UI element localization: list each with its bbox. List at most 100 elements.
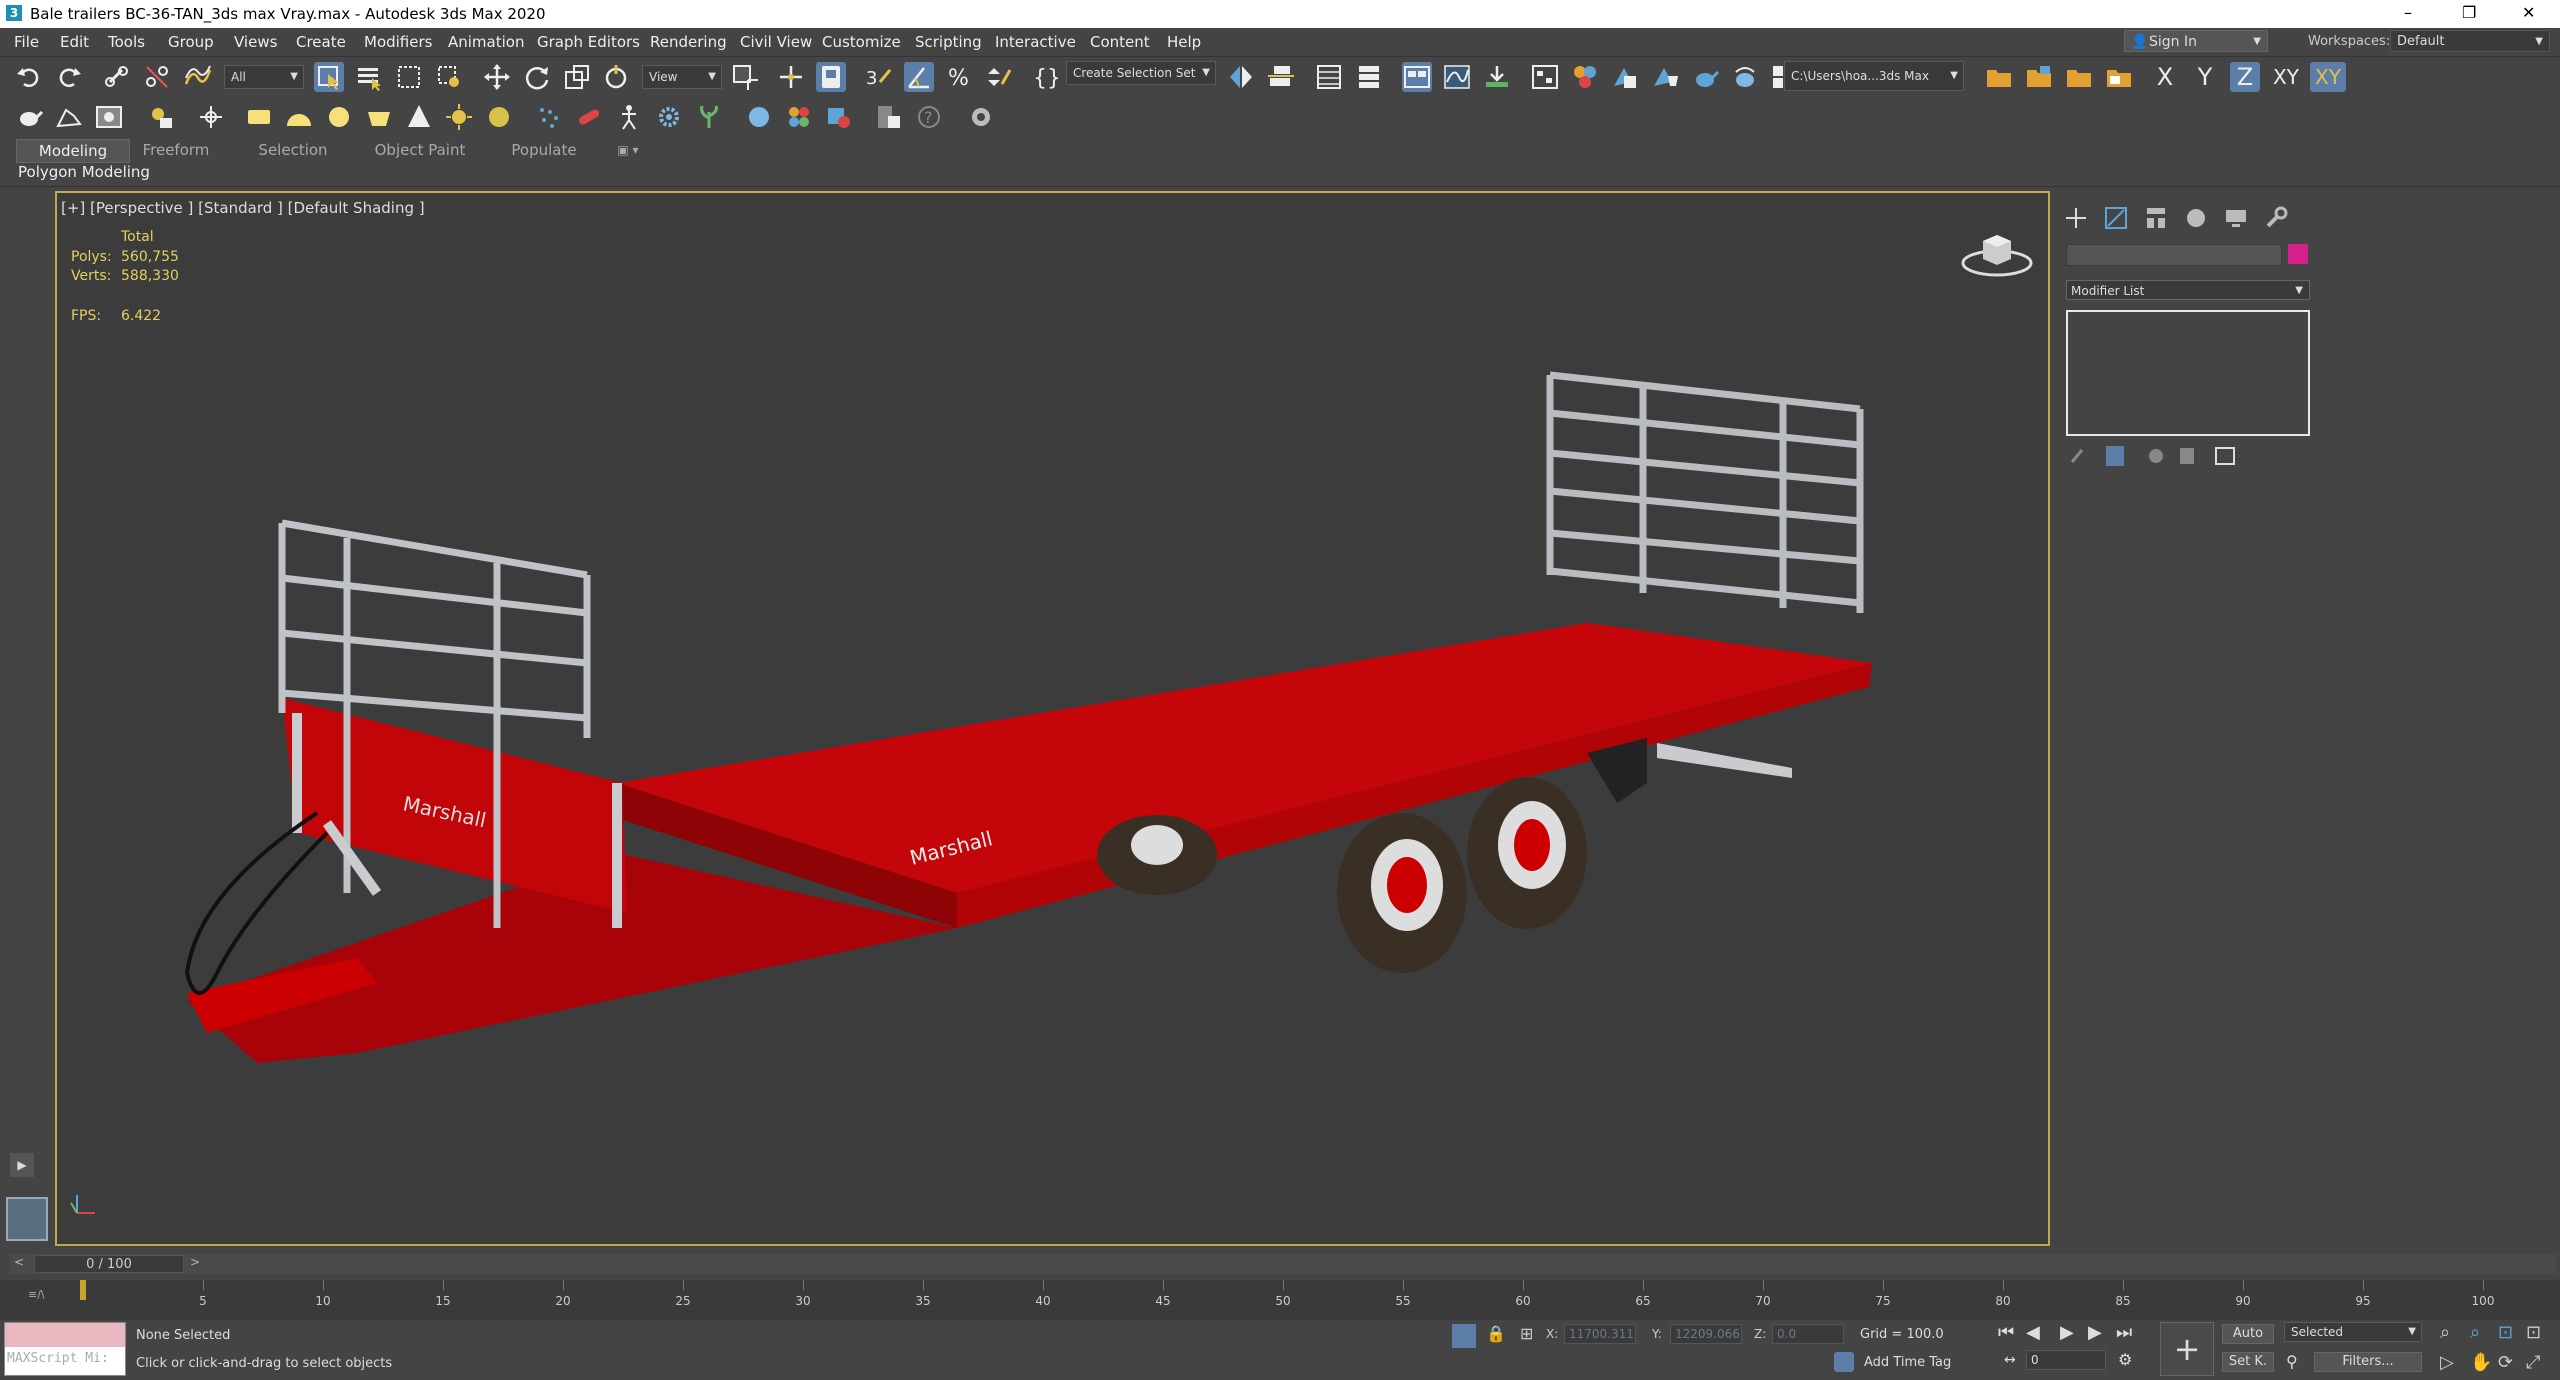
axis-constraint-xy-toggle-button[interactable]: XY xyxy=(2310,62,2346,92)
keyboard-shortcut-override-button[interactable] xyxy=(816,62,846,92)
sphere-button[interactable] xyxy=(324,102,354,132)
create-tab-plus-icon[interactable] xyxy=(2062,204,2090,232)
pivot-center-button[interactable] xyxy=(730,62,760,92)
render-frame-button[interactable] xyxy=(94,102,124,132)
selection-filter-dropdown[interactable]: All ▼ xyxy=(224,65,304,89)
time-slider[interactable]: < 0 / 100 > xyxy=(10,1254,2556,1274)
percent-snap-button[interactable]: % xyxy=(944,62,974,92)
unlink-button[interactable] xyxy=(142,62,172,92)
menu-modifiers[interactable]: Modifiers xyxy=(364,33,432,51)
go-to-start-icon[interactable]: ⏮ xyxy=(1998,1322,2014,1343)
render-settings-button[interactable] xyxy=(874,102,904,132)
snaps-toggle-button[interactable]: 3 xyxy=(864,62,894,92)
material-editor-button[interactable] xyxy=(1570,62,1600,92)
modify-tab-icon[interactable] xyxy=(2102,204,2130,232)
material-browser-button[interactable] xyxy=(784,102,814,132)
time-configuration-icon[interactable]: ↔ xyxy=(2004,1352,2016,1368)
menu-animation[interactable]: Animation xyxy=(448,33,524,51)
utilities-tab-wrench-icon[interactable] xyxy=(2262,204,2290,232)
sphere-half-button[interactable] xyxy=(284,102,314,132)
menu-edit[interactable]: Edit xyxy=(60,33,89,51)
biped-button[interactable] xyxy=(614,102,644,132)
rectangular-selection-button[interactable] xyxy=(394,62,424,92)
menu-group[interactable]: Group xyxy=(168,33,214,51)
object-color-swatch[interactable] xyxy=(2288,244,2308,264)
restore-button[interactable]: ❐ xyxy=(2462,3,2476,22)
project-folder-dropdown[interactable]: C:\Users\hoa...3ds Max 2020▼ xyxy=(1784,61,1964,111)
object-name-field[interactable] xyxy=(2066,244,2282,266)
place-button[interactable] xyxy=(602,62,632,92)
save-button[interactable] xyxy=(2104,62,2134,92)
helpers-button[interactable] xyxy=(196,102,226,132)
minimize-button[interactable]: – xyxy=(2404,3,2412,22)
key-mode-icon[interactable]: ⚲ xyxy=(2286,1352,2298,1371)
select-object-button[interactable] xyxy=(314,62,344,92)
modifier-stack[interactable] xyxy=(2066,310,2310,436)
set-key-big-button[interactable]: + xyxy=(2160,1322,2214,1376)
tab-object-paint[interactable]: Object Paint xyxy=(370,139,470,161)
previous-frame-icon[interactable]: < xyxy=(14,1255,24,1269)
open-button[interactable] xyxy=(2064,62,2094,92)
next-frame-button-icon[interactable]: ▶ xyxy=(2088,1322,2102,1343)
motion-tab-icon[interactable] xyxy=(2182,204,2210,232)
angle-snap-button[interactable] xyxy=(904,62,934,92)
menu-tools[interactable]: Tools xyxy=(108,33,145,51)
reference-coordinate-dropdown[interactable]: View ▼ xyxy=(642,65,722,89)
display-tab-icon[interactable] xyxy=(2222,204,2250,232)
move-button[interactable] xyxy=(482,62,512,92)
mini-curve-editor-toggle-icon[interactable]: ≡/\ xyxy=(28,1288,45,1301)
named-selection-sets-dropdown[interactable]: Create Selection Set ▼ xyxy=(1066,61,1216,85)
zoom-all-icon[interactable]: ⌕ xyxy=(2470,1322,2480,1343)
auto-key-button[interactable]: Auto xyxy=(2222,1324,2274,1344)
menu-content[interactable]: Content xyxy=(1090,33,1150,51)
cone-button[interactable] xyxy=(404,102,434,132)
configure-modifier-sets-icon[interactable] xyxy=(2215,447,2235,465)
zoom-icon[interactable]: ⌕ xyxy=(2440,1322,2450,1343)
hierarchy-tab-icon[interactable] xyxy=(2142,204,2170,232)
selected-key-dropdown[interactable]: Selected ▼ xyxy=(2284,1322,2422,1342)
scene-explorer-button[interactable] xyxy=(1314,62,1344,92)
select-by-name-button[interactable] xyxy=(354,62,384,92)
time-tag-icon[interactable] xyxy=(1834,1352,1854,1372)
set-key-button[interactable]: Set K. xyxy=(2222,1352,2274,1372)
select-manipulate-button[interactable] xyxy=(776,62,806,92)
foliage-button[interactable] xyxy=(694,102,724,132)
scale-button[interactable] xyxy=(562,62,592,92)
pin-stack-icon[interactable] xyxy=(2070,449,2084,463)
spinner-snap-button[interactable] xyxy=(984,62,1014,92)
maximize-viewport-icon[interactable]: ⤢ xyxy=(2526,1352,2540,1373)
menu-interactive[interactable]: Interactive xyxy=(995,33,1076,51)
axis-constraint-z-button[interactable]: Z xyxy=(2230,62,2260,92)
rotate-button[interactable] xyxy=(522,62,552,92)
menu-rendering[interactable]: Rendering xyxy=(650,33,727,51)
redo-button[interactable] xyxy=(54,62,84,92)
particles-button[interactable] xyxy=(534,102,564,132)
zoom-extents-all-icon[interactable]: ⊡ xyxy=(2526,1322,2541,1343)
menu-graph-editors[interactable]: Graph Editors xyxy=(537,33,640,51)
tab-modeling[interactable]: Modeling xyxy=(16,139,130,163)
v-ray-button[interactable] xyxy=(966,102,996,132)
menu-create[interactable]: Create xyxy=(296,33,346,51)
current-frame-field[interactable]: 0 xyxy=(2026,1350,2106,1370)
isolate-selection-button[interactable] xyxy=(1452,1324,1476,1348)
dope-sheet-button[interactable] xyxy=(1482,62,1512,92)
orbit-icon[interactable]: ⟳ xyxy=(2498,1352,2513,1373)
dynamics-button[interactable] xyxy=(574,102,604,132)
render-setup-button[interactable] xyxy=(1610,62,1640,92)
schematic-view-button[interactable] xyxy=(1530,62,1560,92)
close-button[interactable]: ✕ xyxy=(2522,3,2535,22)
pan-hand-icon[interactable]: ✋ xyxy=(2470,1352,2492,1373)
add-time-tag-button[interactable]: Add Time Tag xyxy=(1864,1355,1951,1370)
show-end-result-icon[interactable] xyxy=(2106,446,2124,466)
menu-civil-view[interactable]: Civil View xyxy=(740,33,812,51)
zoom-extents-icon[interactable]: ⊡ xyxy=(2498,1322,2513,1343)
remove-modifier-trash-icon[interactable] xyxy=(2180,448,2194,464)
sign-in-dropdown[interactable]: 👤 Sign In ▼ xyxy=(2124,30,2268,52)
render-preview-button[interactable] xyxy=(824,102,854,132)
rendered-frame-window-button[interactable] xyxy=(1650,62,1680,92)
render-production-button[interactable] xyxy=(1690,62,1720,92)
open-explorer-button[interactable] xyxy=(2024,62,2054,92)
make-unique-icon[interactable] xyxy=(2149,449,2163,463)
axis-constraint-x-button[interactable]: X xyxy=(2150,62,2180,92)
play-icon[interactable]: ▶ xyxy=(2060,1322,2074,1343)
